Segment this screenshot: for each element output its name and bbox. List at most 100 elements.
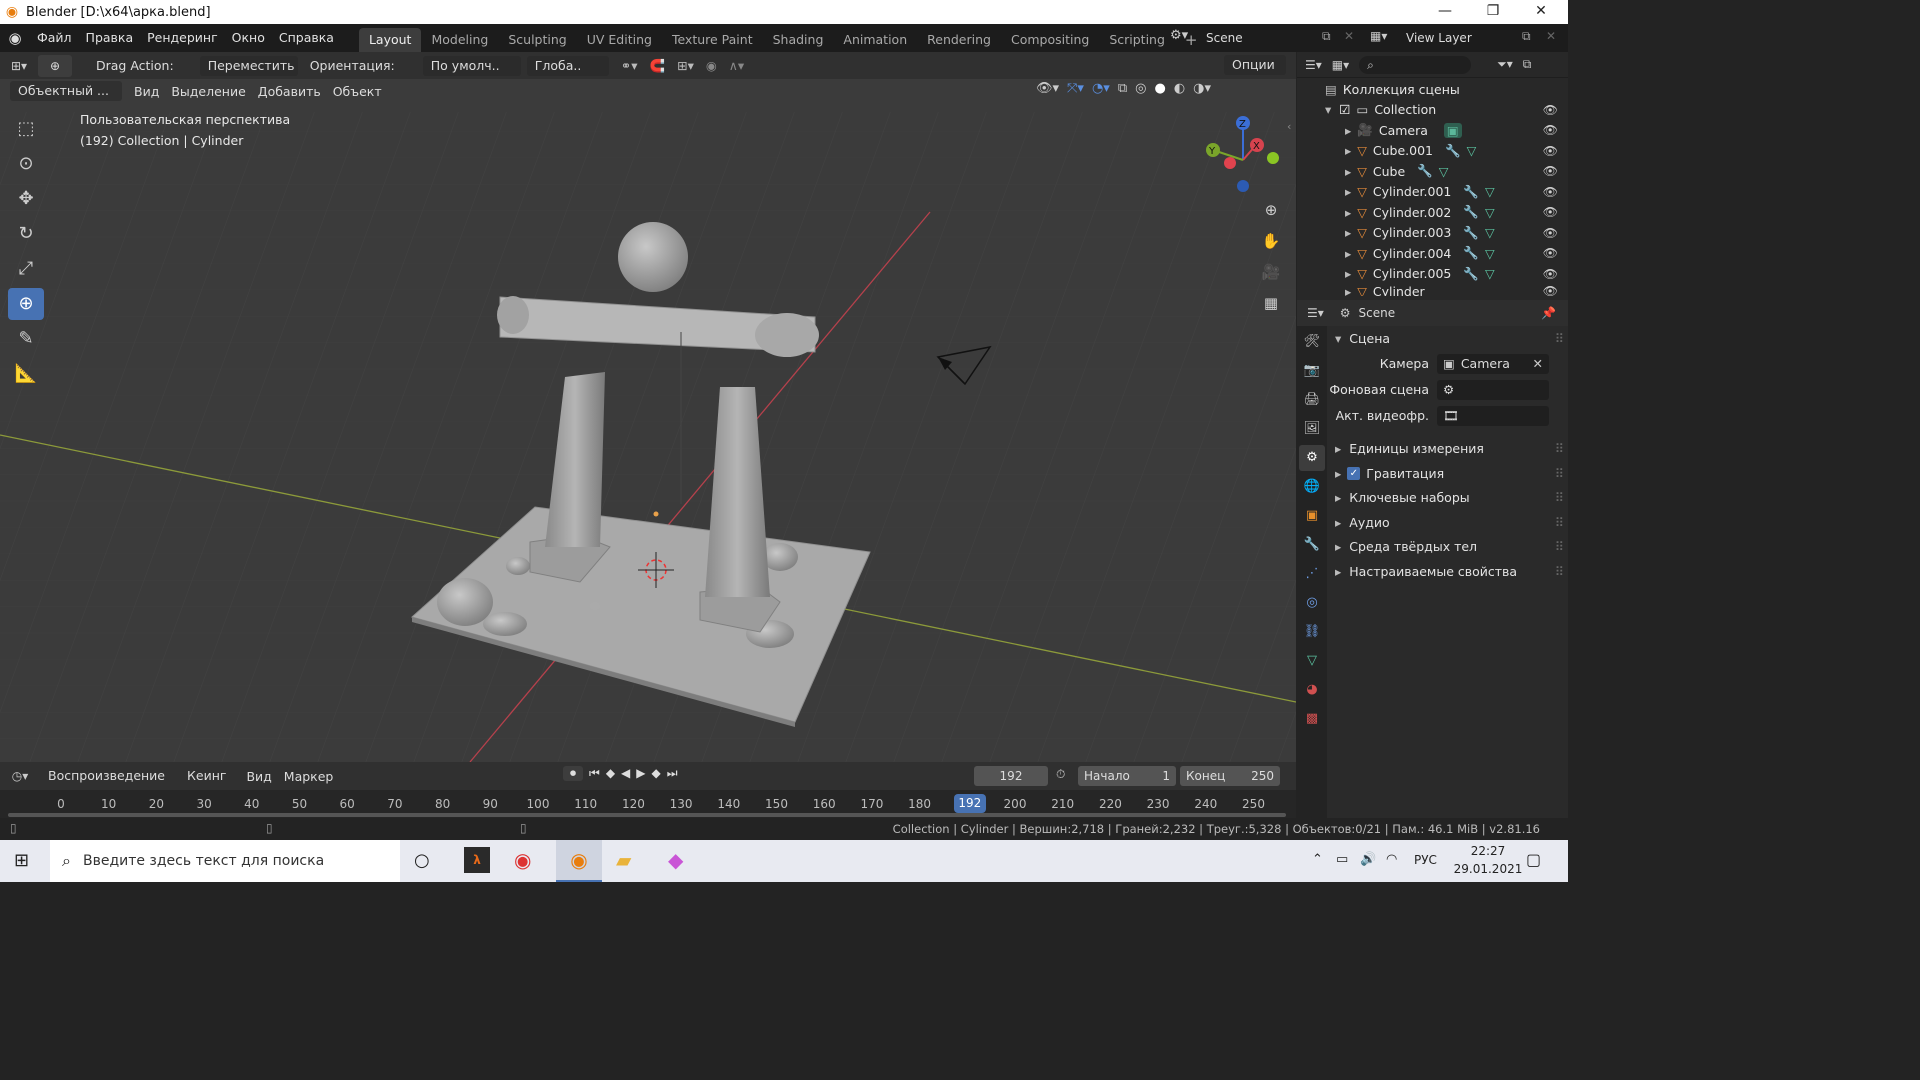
end-frame-field[interactable]: Конец 250 <box>1180 766 1280 786</box>
expand-arrow-icon[interactable]: ▸ <box>1345 225 1351 240</box>
play-icon[interactable]: ▶ <box>636 766 645 781</box>
eye-icon[interactable]: 👁 <box>1543 284 1558 296</box>
tab-rendering[interactable]: Rendering <box>917 28 1001 52</box>
data-tab-icon[interactable]: ▽ <box>1299 648 1325 674</box>
overlay-icon[interactable]: ◔▾ <box>1092 81 1110 96</box>
menu-object[interactable]: Объект <box>327 84 388 99</box>
clock-time[interactable]: 22:27 <box>1458 844 1518 858</box>
snap-target-icon[interactable]: ⊞▾ <box>671 58 700 73</box>
close-window-button[interactable]: ✕ <box>1518 0 1564 24</box>
minimize-button[interactable]: — <box>1422 0 1468 24</box>
prev-keyframe-icon[interactable]: ◆ <box>606 766 615 781</box>
playback-menu[interactable]: Воспроизведение <box>40 766 173 786</box>
eye-icon[interactable]: 👁 <box>1543 123 1558 137</box>
eye-icon[interactable]: 👁 <box>1543 103 1558 117</box>
outliner-item-cylinder003[interactable]: ▸ ▽ Cylinder.003 🔧 ▽ 👁 <box>1297 223 1568 244</box>
view-layer-icon[interactable]: ▦▾ <box>1370 29 1387 43</box>
render-tab-icon[interactable]: 📷 <box>1299 358 1325 384</box>
menu-select[interactable]: Выделение <box>165 84 251 99</box>
subpanel-keying-sets[interactable]: ▸ Ключевые наборы ⠿ <box>1329 486 1564 511</box>
menu-help[interactable]: Справка <box>272 24 341 52</box>
menu-render[interactable]: Рендеринг <box>140 24 225 52</box>
wireframe-shading-icon[interactable]: ◎ <box>1135 81 1146 96</box>
tab-texture-paint[interactable]: Texture Paint <box>662 28 763 52</box>
rendered-shading-icon[interactable]: ◑▾ <box>1193 81 1211 96</box>
filter-icon[interactable]: ⏷▾ <box>1497 57 1513 72</box>
eye-icon[interactable]: 👁 <box>1543 246 1558 260</box>
visibility-icon[interactable]: 👁▾ <box>1036 81 1059 96</box>
zoom-icon[interactable]: ⊕ <box>1257 196 1285 224</box>
menu-add[interactable]: Добавить <box>252 84 327 99</box>
snap-icon[interactable]: 🧲 <box>644 58 672 74</box>
view-layer-tab-icon[interactable]: 🖼 <box>1299 416 1325 442</box>
outliner-scene-collection[interactable]: ▤ Коллекция сцены <box>1297 79 1568 100</box>
tab-shading[interactable]: Shading <box>763 28 834 52</box>
tool-tab-icon[interactable]: 🛠 <box>1299 329 1325 355</box>
expand-arrow-icon[interactable]: ▸ <box>1345 184 1351 199</box>
jump-end-icon[interactable]: ⏭ <box>667 766 678 781</box>
drag-handle-icon[interactable]: ⠿ <box>1555 515 1564 530</box>
expand-arrow-icon[interactable]: ▸ <box>1345 164 1351 179</box>
volume-icon[interactable]: 🔊 <box>1360 852 1376 867</box>
mesh-data-icon[interactable]: ▽ <box>1485 246 1495 261</box>
menu-view[interactable]: Вид <box>128 84 165 99</box>
menu-file[interactable]: Файл <box>30 24 79 52</box>
camera-view-icon[interactable]: 🎥 <box>1257 258 1285 286</box>
mesh-data-icon[interactable]: ▽ <box>1439 164 1449 179</box>
annotate-tool-icon[interactable]: ✎ <box>8 323 44 355</box>
camera-data-icon[interactable]: ▣ <box>1443 122 1462 138</box>
expand-arrow-icon[interactable]: ▸ <box>1345 284 1351 296</box>
proportional-edit-icon[interactable]: ◉ <box>700 58 723 73</box>
scene-icon[interactable]: ⚙▾ <box>1170 28 1188 43</box>
network-icon[interactable]: ◠ <box>1386 852 1397 867</box>
pin-icon[interactable]: 📌 <box>1541 306 1556 320</box>
scale-tool-icon[interactable]: ⤢ <box>8 253 44 285</box>
new-collection-icon[interactable]: ⧉ <box>1523 57 1532 72</box>
editor-type-icon[interactable]: ⊞▾ <box>0 59 38 73</box>
world-tab-icon[interactable]: 🌐 <box>1299 474 1325 500</box>
material-tab-icon[interactable]: ◕ <box>1299 677 1325 703</box>
modifier-wrench-icon[interactable]: 🔧 <box>1463 266 1479 282</box>
mesh-data-icon[interactable]: ▽ <box>1485 266 1495 281</box>
eye-icon[interactable]: 👁 <box>1543 144 1558 158</box>
pivot-icon[interactable]: ⚭▾ <box>615 58 644 73</box>
camera-field[interactable]: ▣ Camera ✕ <box>1437 353 1549 374</box>
modifier-wrench-icon[interactable]: 🔧 <box>1417 163 1433 179</box>
record-icon[interactable]: ⏺ <box>563 766 583 781</box>
outliner-editor-icon[interactable]: ☰▾ <box>1305 58 1322 72</box>
scene-tab-icon[interactable]: ⚙ <box>1299 445 1325 471</box>
taskbar-search[interactable]: ⌕ Введите здесь текст для поиска <box>50 840 400 882</box>
ortho-grid-icon[interactable]: ▦ <box>1257 289 1285 317</box>
menu-edit[interactable]: Правка <box>79 24 141 52</box>
scene-selector[interactable]: Scene <box>1200 28 1312 48</box>
blender-menu-icon[interactable]: ◉ <box>0 29 30 47</box>
pan-hand-icon[interactable]: ✋ <box>1257 227 1285 255</box>
tab-layout[interactable]: Layout <box>358 28 422 52</box>
collapse-sidebar-icon[interactable]: ‹ <box>1287 120 1291 133</box>
drag-handle-icon[interactable]: ⠿ <box>1555 441 1564 456</box>
3d-viewport[interactable]: Z X Y ⊕ ✋ 🎥 ▦ ‹ <box>0 52 1296 762</box>
outliner-item-cube001[interactable]: ▸ ▽ Cube.001 🔧 ▽ 👁 <box>1297 141 1568 162</box>
orientation-dropdown[interactable]: По умолч.. <box>422 55 521 76</box>
modifier-wrench-icon[interactable]: 🔧 <box>1463 204 1479 220</box>
expand-arrow-icon[interactable]: ▸ <box>1345 205 1351 220</box>
particles-tab-icon[interactable]: ⋰ <box>1299 561 1325 587</box>
rotate-tool-icon[interactable]: ↻ <box>8 218 44 250</box>
drag-handle-icon[interactable]: ⠿ <box>1555 331 1564 346</box>
outliner-item-cylinder005[interactable]: ▸ ▽ Cylinder.005 🔧 ▽ 👁 <box>1297 264 1568 285</box>
texture-tab-icon[interactable]: ▩ <box>1299 706 1325 732</box>
eye-icon[interactable]: 👁 <box>1543 226 1558 240</box>
active-tool-icon[interactable]: ⊕ <box>38 54 72 77</box>
expand-arrow-icon[interactable]: ▸ <box>1345 143 1351 158</box>
expand-arrow-icon[interactable]: ▸ <box>1345 266 1351 281</box>
transform-tool-icon[interactable]: ⊕ <box>8 288 44 320</box>
falloff-icon[interactable]: ∧▾ <box>723 58 750 73</box>
battery-icon[interactable]: ▭ <box>1336 852 1348 867</box>
material-shading-icon[interactable]: ◐ <box>1174 81 1185 96</box>
explorer-app-icon[interactable]: ▰ <box>616 848 631 872</box>
tab-animation[interactable]: Animation <box>833 28 917 52</box>
timeline-view-menu[interactable]: Вид <box>240 769 277 784</box>
tab-uv-editing[interactable]: UV Editing <box>577 28 662 52</box>
collapse-arrow-icon[interactable]: ▾ <box>1325 102 1331 117</box>
keying-menu[interactable]: Кеинг <box>179 766 235 786</box>
